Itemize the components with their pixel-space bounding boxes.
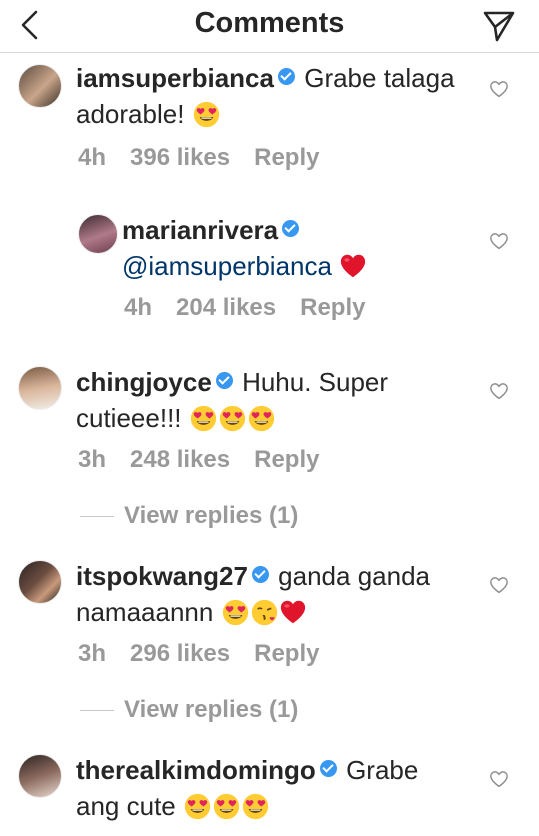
- heart-eyes-emoji: [193, 101, 220, 128]
- username[interactable]: chingjoyce: [76, 367, 212, 397]
- verified-badge-icon: [282, 220, 300, 237]
- page-title: Comments: [194, 7, 345, 39]
- like-count[interactable]: 204 likes: [176, 294, 276, 321]
- like-count[interactable]: 396 likes: [130, 144, 230, 171]
- comment-body: iamsuperbianca Grabe talaga adorable!: [76, 60, 479, 132]
- comment-text: Grabe: [346, 755, 419, 785]
- kissing-heart-emoji: [251, 599, 278, 626]
- reply-button[interactable]: Reply: [254, 144, 319, 171]
- divider: [80, 516, 114, 518]
- header-bar: Comments: [0, 0, 539, 53]
- verified-badge-icon: [277, 68, 295, 85]
- heart-eyes-emoji: [190, 405, 217, 432]
- reply-button[interactable]: Reply: [300, 294, 365, 321]
- comment-meta: 3h 296 likes Reply: [78, 640, 343, 668]
- view-replies-button[interactable]: View replies (1): [80, 502, 298, 530]
- avatar[interactable]: [18, 754, 62, 798]
- reply-button[interactable]: Reply: [254, 640, 319, 667]
- heart-outline-icon[interactable]: [489, 576, 509, 594]
- avatar[interactable]: [78, 214, 118, 254]
- avatar[interactable]: [18, 366, 62, 410]
- view-replies-label: View replies (1): [124, 502, 299, 529]
- username[interactable]: iamsuperbianca: [76, 63, 274, 93]
- heart-eyes-emoji: [222, 599, 249, 626]
- avatar[interactable]: [18, 560, 62, 604]
- view-replies-label: View replies (1): [124, 696, 299, 723]
- reply-button[interactable]: Reply: [254, 446, 319, 473]
- heart-outline-icon[interactable]: [489, 232, 509, 250]
- heart-eyes-emoji: [242, 793, 269, 820]
- comment-text: ganda ganda: [278, 561, 430, 591]
- mention-link[interactable]: @iamsuperbianca: [122, 251, 332, 281]
- comment-body: therealkimdomingo Grabe ang cute: [76, 752, 479, 824]
- comment-time: 3h: [78, 446, 107, 473]
- heart-outline-icon[interactable]: [489, 382, 509, 400]
- username[interactable]: itspokwang27: [76, 561, 248, 591]
- divider: [80, 710, 114, 712]
- view-replies-button[interactable]: View replies (1): [80, 696, 298, 724]
- send-icon[interactable]: [481, 9, 517, 43]
- verified-badge-icon: [215, 372, 233, 389]
- heart-eyes-emoji: [184, 793, 211, 820]
- comment-time: 4h: [124, 294, 153, 321]
- comment-meta: 4h 396 likes Reply: [78, 144, 343, 172]
- red-heart-emoji: [339, 253, 367, 279]
- username[interactable]: therealkimdomingo: [76, 755, 316, 785]
- heart-outline-icon[interactable]: [489, 80, 509, 98]
- comment-meta: 4h 204 likes Reply: [124, 294, 389, 322]
- comment-body: marianrivera @iamsuperbianca: [122, 212, 479, 284]
- heart-eyes-emoji: [219, 405, 246, 432]
- heart-eyes-emoji: [213, 793, 240, 820]
- verified-badge-icon: [319, 760, 337, 777]
- verified-badge-icon: [251, 566, 269, 583]
- like-count[interactable]: 248 likes: [130, 446, 230, 473]
- comment-body: chingjoyce Huhu. Super cutieee!!!: [76, 364, 479, 436]
- comment-text: namaaannn: [76, 597, 214, 627]
- comment-text: cutieee!!!: [76, 403, 182, 433]
- heart-outline-icon[interactable]: [489, 770, 509, 788]
- avatar[interactable]: [18, 64, 62, 108]
- username[interactable]: marianrivera: [122, 215, 278, 245]
- comment-time: 3h: [78, 640, 107, 667]
- comment-meta: 3h 248 likes Reply: [78, 446, 343, 474]
- comment-time: 4h: [78, 144, 107, 171]
- comment-text: ang cute: [76, 791, 176, 821]
- heart-eyes-emoji: [248, 405, 275, 432]
- like-count[interactable]: 296 likes: [130, 640, 230, 667]
- comment-body: itspokwang27 ganda ganda namaaannn: [76, 558, 479, 630]
- comment-text: Huhu. Super: [242, 367, 389, 397]
- red-heart-emoji: [279, 599, 307, 625]
